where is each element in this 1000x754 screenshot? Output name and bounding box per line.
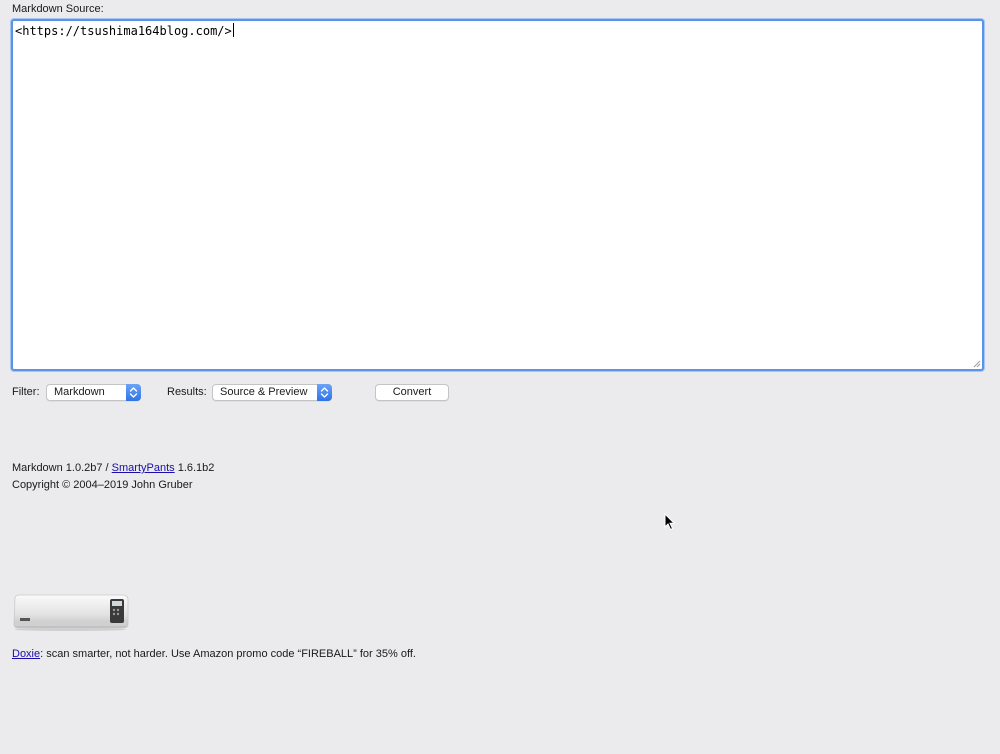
filter-select-value: Markdown <box>54 386 105 398</box>
version-info: Markdown 1.0.2b7 / SmartyPants 1.6.1b2 <box>12 462 214 474</box>
convert-button[interactable]: Convert <box>375 384 449 401</box>
updown-chevron-icon <box>129 387 138 398</box>
copyright-text: Copyright © 2004–2019 John Gruber <box>12 479 193 491</box>
updown-chevron-icon <box>320 387 329 398</box>
filter-select[interactable]: Markdown <box>46 384 141 401</box>
doxie-scanner-image[interactable] <box>12 591 130 631</box>
version-suffix: 1.6.1b2 <box>174 462 215 474</box>
resize-grip-icon[interactable] <box>973 360 981 368</box>
markdown-source-text[interactable]: <https://tsushima164blog.com/> <box>15 23 980 367</box>
sponsor-message: : scan smarter, not harder. Use Amazon p… <box>40 648 416 660</box>
controls-bar: Filter: Markdown Results: Source & Previ… <box>12 384 472 402</box>
markdown-source-value: <https://tsushima164blog.com/> <box>15 24 232 38</box>
results-label: Results: <box>167 386 207 398</box>
markdown-dingus-page: Markdown Source: <https://tsushima164blo… <box>0 0 1000 754</box>
text-caret <box>232 23 234 37</box>
sponsor-promo: Doxie: scan smarter, not harder. Use Ama… <box>12 648 416 660</box>
results-select[interactable]: Source & Preview <box>212 384 332 401</box>
smartypants-link[interactable]: SmartyPants <box>112 462 175 474</box>
filter-label: Filter: <box>12 386 40 398</box>
results-select-stepper <box>317 384 332 401</box>
mouse-pointer-icon <box>664 513 676 531</box>
markdown-source-label: Markdown Source: <box>12 3 104 15</box>
version-prefix: Markdown 1.0.2b7 / <box>12 462 112 474</box>
markdown-source-textarea[interactable]: <https://tsushima164blog.com/> <box>11 19 984 371</box>
filter-select-stepper <box>126 384 141 401</box>
doxie-link[interactable]: Doxie <box>12 648 40 660</box>
results-select-value: Source & Preview <box>220 386 308 398</box>
